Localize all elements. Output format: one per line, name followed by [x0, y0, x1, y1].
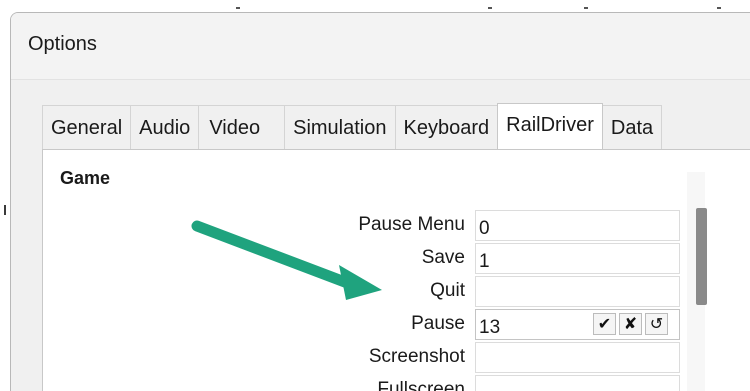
tab-raildriver[interactable]: RailDriver: [497, 103, 603, 149]
annotation-arrow: [191, 220, 382, 300]
arrow-shaft: [191, 220, 356, 290]
arrow-head: [339, 265, 382, 300]
